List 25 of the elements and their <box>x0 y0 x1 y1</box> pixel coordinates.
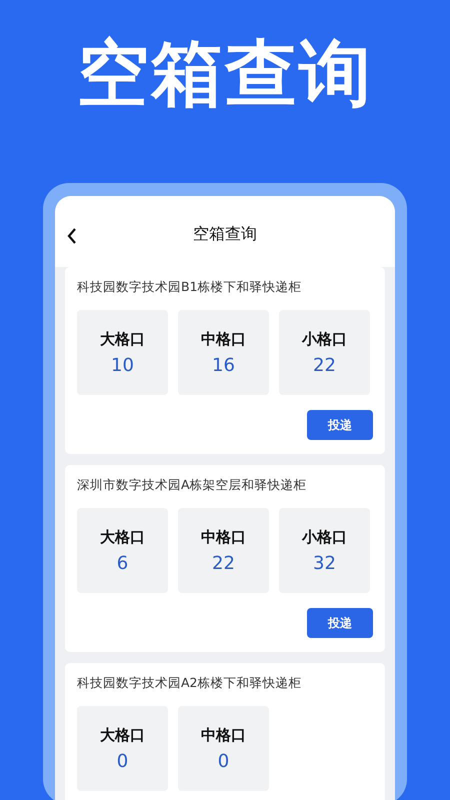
slot-count: 16 <box>212 354 235 376</box>
slot-count: 6 <box>116 552 128 574</box>
locker-name: 深圳市数字技术园A栋架空层和驿快递柜 <box>77 477 308 494</box>
slot-label: 中格口 <box>201 528 246 546</box>
slot-label: 大格口 <box>100 330 145 348</box>
headline: 空箱查询 <box>77 30 373 117</box>
slot-label: 中格口 <box>201 726 246 744</box>
slot-label: 中格口 <box>201 330 246 348</box>
slot-count: 22 <box>313 354 336 376</box>
slot-label: 小格口 <box>302 330 347 348</box>
slot-label: 大格口 <box>100 726 145 744</box>
slot-label: 小格口 <box>302 528 347 546</box>
locker-name: 科技园数字技术园B1栋楼下和驿快递柜 <box>77 279 303 296</box>
slot-count: 0 <box>116 750 128 772</box>
slot-count: 32 <box>313 552 336 574</box>
slot-count: 22 <box>212 552 235 574</box>
slot-count: 10 <box>111 354 134 376</box>
deliver-button[interactable]: 投递 <box>307 410 373 440</box>
back-icon <box>67 228 77 244</box>
slot-count: 0 <box>218 750 230 772</box>
slot-label: 大格口 <box>100 528 145 546</box>
deliver-button[interactable]: 投递 <box>307 608 373 638</box>
locker-name: 科技园数字技术园A2栋楼下和驿快递柜 <box>77 675 303 692</box>
back-button[interactable] <box>65 226 79 246</box>
screen-title: 空箱查询 <box>193 224 257 245</box>
